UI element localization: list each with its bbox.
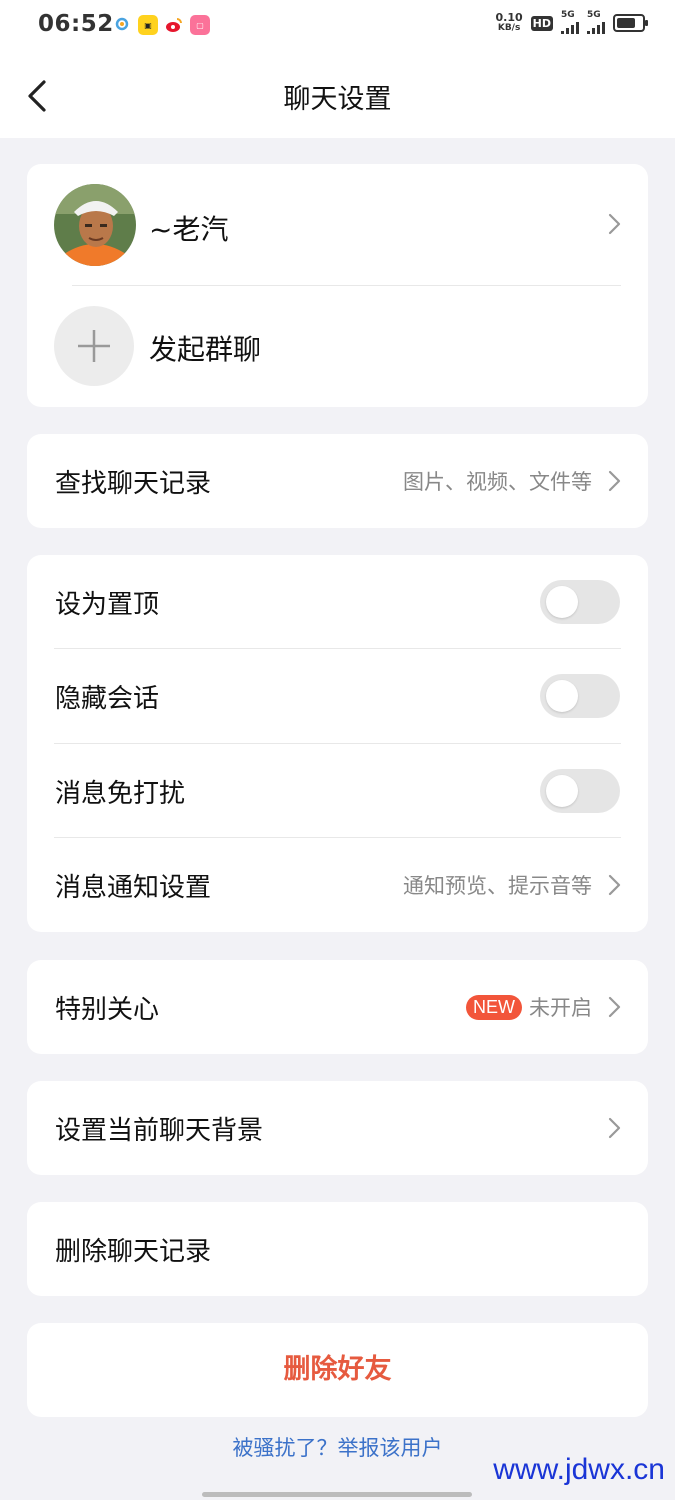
ring-app-icon <box>112 15 132 35</box>
chevron-right-icon <box>608 874 621 896</box>
notification-settings-hint: 通知预览、提示音等 <box>403 874 592 898</box>
signal-icon: 5G <box>561 10 579 34</box>
hide-chat-toggle[interactable] <box>540 674 620 718</box>
pin-chat-label: 设为置顶 <box>55 589 160 620</box>
chat-background-row[interactable]: 设置当前聊天背景 <box>27 1081 648 1175</box>
page-title: 聊天设置 <box>283 84 392 115</box>
contact-card: ~老汽 发起群聊 <box>27 164 648 407</box>
bilibili-icon: ▢ <box>190 15 210 35</box>
yellow-app-icon: ▣ <box>138 15 158 35</box>
pin-chat-row: 设为置顶 <box>27 555 648 649</box>
search-history-hint: 图片、视频、文件等 <box>403 470 592 494</box>
add-member-button[interactable] <box>54 306 134 386</box>
notification-settings-row[interactable]: 消息通知设置 通知预览、提示音等 <box>27 838 648 932</box>
delete-friend-card: 删除好友 <box>27 1323 648 1417</box>
delete-history-label: 删除聊天记录 <box>55 1236 212 1267</box>
signal-icon-2: 5G <box>587 10 605 34</box>
special-care-row[interactable]: 特别关心 NEW 未开启 <box>27 960 648 1054</box>
special-care-label: 特别关心 <box>55 994 160 1025</box>
plus-icon <box>78 330 110 362</box>
home-indicator[interactable] <box>202 1492 472 1497</box>
chat-background-label: 设置当前聊天背景 <box>55 1115 264 1146</box>
pin-chat-toggle[interactable] <box>540 580 620 624</box>
chevron-right-icon <box>608 996 621 1018</box>
hd-icon: HD <box>530 15 553 31</box>
hide-chat-row: 隐藏会话 <box>27 649 648 743</box>
title-bar: 聊天设置 <box>0 52 675 138</box>
special-care-card: 特别关心 NEW 未开启 <box>27 960 648 1054</box>
chat-background-card: 设置当前聊天背景 <box>27 1081 648 1175</box>
chat-options-card: 设为置顶 隐藏会话 消息免打扰 消息通知设置 通知预览、提示音等 <box>27 555 648 932</box>
contact-name: ~老汽 <box>149 213 229 246</box>
mute-toggle[interactable] <box>540 769 620 813</box>
chevron-right-icon <box>608 470 621 492</box>
status-indicators: 0.10 KB/s HD 5G 5G <box>495 10 648 34</box>
weibo-icon <box>164 15 184 35</box>
status-bar: 06:52 ▣ ▢ 0.10 KB/s HD 5G 5G <box>0 0 675 52</box>
delete-history-row[interactable]: 删除聊天记录 <box>27 1202 648 1296</box>
watermark: www.jdwx.cn <box>493 1453 665 1486</box>
avatar[interactable] <box>54 184 136 266</box>
chevron-right-icon <box>608 213 621 235</box>
search-history-row[interactable]: 查找聊天记录 图片、视频、文件等 <box>27 434 648 528</box>
battery-icon <box>613 14 648 32</box>
new-badge: NEW <box>466 994 522 1020</box>
status-time: 06:52 <box>38 11 114 37</box>
delete-friend-button[interactable]: 删除好友 <box>27 1323 648 1417</box>
special-care-status: 未开启 <box>529 996 592 1020</box>
notification-icons: ▣ ▢ <box>112 15 210 35</box>
chevron-right-icon <box>608 1117 621 1139</box>
net-speed: 0.10 KB/s <box>495 11 523 33</box>
hide-chat-label: 隐藏会话 <box>55 683 160 714</box>
start-group-chat-label: 发起群聊 <box>149 333 262 366</box>
search-history-label: 查找聊天记录 <box>55 468 212 499</box>
mute-label: 消息免打扰 <box>55 778 186 809</box>
contact-row[interactable]: ~老汽 <box>27 164 648 286</box>
mute-row: 消息免打扰 <box>27 744 648 838</box>
start-group-chat-row[interactable]: 发起群聊 <box>27 286 648 407</box>
notification-settings-label: 消息通知设置 <box>55 872 212 903</box>
search-history-card: 查找聊天记录 图片、视频、文件等 <box>27 434 648 528</box>
delete-history-card: 删除聊天记录 <box>27 1202 648 1296</box>
